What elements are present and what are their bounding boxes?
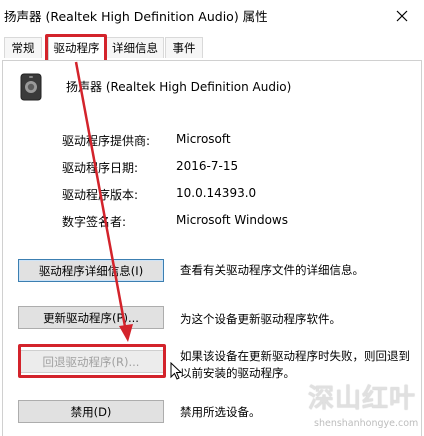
signer-label: 数字签名者: <box>62 215 127 229</box>
update-driver-desc: 为这个设备更新驱动程序软件。 <box>180 311 341 328</box>
version-label: 驱动程序版本: <box>62 188 139 202</box>
rollback-driver-button[interactable]: 回退驱动程序(R)... <box>18 350 164 373</box>
disable-device-button[interactable]: 禁用(D) <box>18 400 164 423</box>
title-bar: 扬声器 (Realtek High Definition Audio) 属性 <box>0 0 424 32</box>
window-title: 扬声器 (Realtek High Definition Audio) 属性 <box>4 9 268 24</box>
desc-line: 如果该设备在更新驱动程序时失败，则回退到 <box>180 349 410 363</box>
desc-line: 禁用所选设备。 <box>180 405 261 419</box>
signer-value: Microsoft Windows <box>176 213 288 227</box>
desc-line: 以前安装的驱动程序。 <box>180 366 295 380</box>
date-label: 驱动程序日期: <box>62 161 139 175</box>
tab-strip: 常规 驱动程序 详细信息 事件 <box>0 34 424 60</box>
provider-value: Microsoft <box>176 132 231 146</box>
date-value: 2016-7-15 <box>176 159 239 173</box>
tab-label: 详细信息 <box>112 41 158 55</box>
tab-details[interactable]: 详细信息 <box>106 37 164 58</box>
desc-line: 为这个设备更新驱动程序软件。 <box>180 312 341 326</box>
tab-events[interactable]: 事件 <box>165 37 203 58</box>
button-label: 驱动程序详细信息(I) <box>38 263 144 278</box>
driver-details-desc: 查看有关驱动程序文件的详细信息。 <box>180 262 364 279</box>
speaker-icon <box>20 73 42 101</box>
button-label: 禁用(D) <box>70 404 112 419</box>
button-label: 更新驱动程序(P)... <box>43 310 139 325</box>
driver-details-button[interactable]: 驱动程序详细信息(I) <box>18 259 164 282</box>
provider-label: 驱动程序提供商: <box>62 134 151 148</box>
close-icon <box>396 10 408 22</box>
version-value: 10.0.14393.0 <box>176 186 257 200</box>
close-button[interactable] <box>380 0 424 32</box>
tab-label: 事件 <box>172 41 196 55</box>
rollback-driver-desc: 如果该设备在更新驱动程序时失败，则回退到 以前安装的驱动程序。 <box>180 348 410 382</box>
tab-general[interactable]: 常规 <box>4 37 42 58</box>
update-driver-button[interactable]: 更新驱动程序(P)... <box>18 306 164 329</box>
button-label: 回退驱动程序(R)... <box>42 354 140 369</box>
tab-label: 驱动程序 <box>53 40 100 55</box>
disable-device-desc: 禁用所选设备。 <box>180 404 261 421</box>
desc-line: 查看有关驱动程序文件的详细信息。 <box>180 263 364 277</box>
device-name: 扬声器 (Realtek High Definition Audio) <box>66 80 292 94</box>
tab-label: 常规 <box>11 41 35 55</box>
tab-driver[interactable]: 驱动程序 <box>48 34 105 60</box>
